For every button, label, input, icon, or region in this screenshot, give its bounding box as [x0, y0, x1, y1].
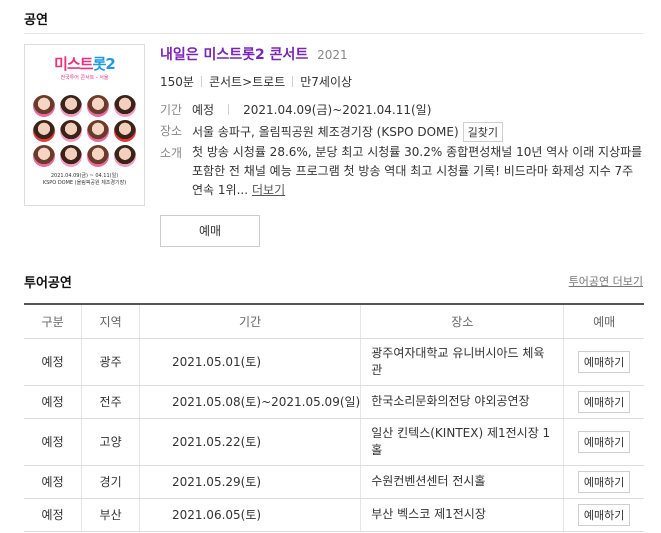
period-cell: 2021.05.01(토): [138, 338, 361, 386]
poster-logo: 미스트롯2: [54, 55, 116, 73]
status-cell: 예정: [24, 498, 82, 532]
place-link[interactable]: 한국소리문화의전당 야외공연장: [360, 385, 564, 419]
status-cell: 예정: [24, 465, 82, 499]
region-cell: 고양: [81, 418, 140, 466]
table-row: 예정 부산 2021.06.05(토) 부산 벡스코 제1전시장 예매하기: [24, 498, 644, 532]
region-cell: 경기: [81, 465, 140, 499]
reserve-button[interactable]: 예매하기: [577, 430, 631, 453]
genre: 콘서트>트로트: [208, 75, 286, 89]
period-cell: 2021.05.29(토): [138, 465, 361, 499]
performer-photo: [113, 120, 136, 142]
performer-photo: [60, 145, 83, 167]
place-link[interactable]: 광주여자대학교 유니버시아드 체육관: [360, 338, 564, 386]
reserve-button[interactable]: 예매하기: [577, 350, 631, 373]
intro-label: 소개: [160, 146, 183, 160]
performer-photo: [86, 120, 109, 142]
tour-more-link[interactable]: 투어공연 더보기: [569, 273, 643, 289]
action-cell: 예매하기: [563, 385, 644, 419]
place-link[interactable]: 수원컨벤션센터 전시홀: [360, 465, 564, 499]
more-link[interactable]: 더보기: [252, 183, 285, 197]
performer-photo: [60, 120, 83, 142]
tour-section-title: 투어공연: [24, 276, 72, 291]
status-cell: 예정: [24, 338, 82, 386]
performer-photo: [86, 95, 109, 117]
column-header: 기간: [138, 303, 361, 339]
status-cell: 예정: [24, 385, 82, 419]
region-cell: 전주: [81, 385, 140, 419]
action-cell: 예매하기: [563, 418, 644, 466]
reserve-button[interactable]: 예매하기: [577, 470, 631, 493]
intro-text: 첫 방송 시청률 28.6%, 분당 최고 시청률 30.2% 종합편성채널 1…: [192, 145, 643, 197]
reserve-button[interactable]: 예매하기: [577, 503, 631, 526]
table-row: 예정 광주 2021.05.01(토) 광주여자대학교 유니버시아드 체육관 예…: [24, 338, 644, 386]
period-label: 기간: [160, 103, 183, 117]
period-cell: 2021.05.08(토)~2021.05.09(일): [138, 385, 361, 419]
period-cell: 2021.05.22(토): [138, 418, 361, 466]
column-header: 구분: [24, 303, 82, 339]
action-cell: 예매하기: [563, 465, 644, 499]
venue-label: 장소: [160, 124, 183, 138]
divider: [200, 76, 202, 87]
column-header: 예매: [563, 303, 644, 339]
runtime: 150분: [160, 75, 194, 89]
performer-photo: [33, 120, 56, 142]
column-header: 장소: [360, 303, 564, 339]
tour-table: 구분 지역 기간 장소 예매 예정 광주 2021.05.01(토) 광주여자대…: [24, 303, 644, 532]
poster-subtitle: 전국투어 콘서트 - 서울: [60, 75, 109, 81]
concert-title-row: 내일은 미스트롯2 콘서트 2021: [160, 44, 348, 64]
period-value: 예정 2021.04.09(금)~2021.04.11(일): [192, 103, 432, 117]
action-cell: 예매하기: [563, 338, 644, 386]
performer-photo: [33, 145, 56, 167]
divider: [292, 76, 294, 87]
action-cell: 예매하기: [563, 498, 644, 532]
age-rating: 만7세이상: [300, 75, 353, 89]
directions-button[interactable]: 길찾기: [462, 122, 504, 142]
table-row: 예정 경기 2021.05.29(토) 수원컨벤션센터 전시홀 예매하기: [24, 465, 644, 499]
book-button[interactable]: 예매: [160, 215, 260, 247]
table-header: 구분 지역 기간 장소 예매: [24, 303, 644, 339]
period-cell: 2021.06.05(토): [138, 498, 361, 532]
reserve-button[interactable]: 예매하기: [577, 390, 631, 413]
status-cell: 예정: [24, 418, 82, 466]
performer-photo: [33, 95, 56, 117]
venue-value: 서울 송파구, 올림픽공원 체조경기장 (KSPO DOME) 길찾기: [192, 122, 504, 142]
performer-photo: [86, 145, 109, 167]
place-link[interactable]: 부산 벡스코 제1전시장: [360, 498, 564, 532]
section-title: 공연: [24, 13, 48, 28]
concert-year: 2021: [317, 48, 348, 62]
performer-photo: [60, 95, 83, 117]
performer-photo: [113, 95, 136, 117]
concert-poster[interactable]: 미스트롯2 전국투어 콘서트 - 서울 2021.04.09(금) ~ 04.1…: [24, 44, 145, 206]
poster-footer: 2021.04.09(금) ~ 04.11(일) KSPO DOME (올림픽공…: [42, 173, 127, 186]
divider: [24, 33, 643, 34]
poster-header: 미스트롯2 전국투어 콘서트 - 서울: [25, 45, 144, 91]
place-link[interactable]: 일산 킨텍스(KINTEX) 제1전시장 1홀: [360, 418, 564, 466]
performer-photo: [113, 145, 136, 167]
poster-faces: [25, 91, 144, 167]
concert-meta: 150분 콘서트>트로트 만7세이상: [160, 73, 352, 90]
region-cell: 부산: [81, 498, 140, 532]
region-cell: 광주: [81, 338, 140, 386]
table-row: 예정 고양 2021.05.22(토) 일산 킨텍스(KINTEX) 제1전시장…: [24, 418, 644, 466]
column-header: 지역: [81, 303, 140, 339]
concert-title-link[interactable]: 내일은 미스트롯2 콘서트: [160, 47, 308, 63]
table-row: 예정 전주 2021.05.08(토)~2021.05.09(일) 한국소리문화…: [24, 385, 644, 419]
